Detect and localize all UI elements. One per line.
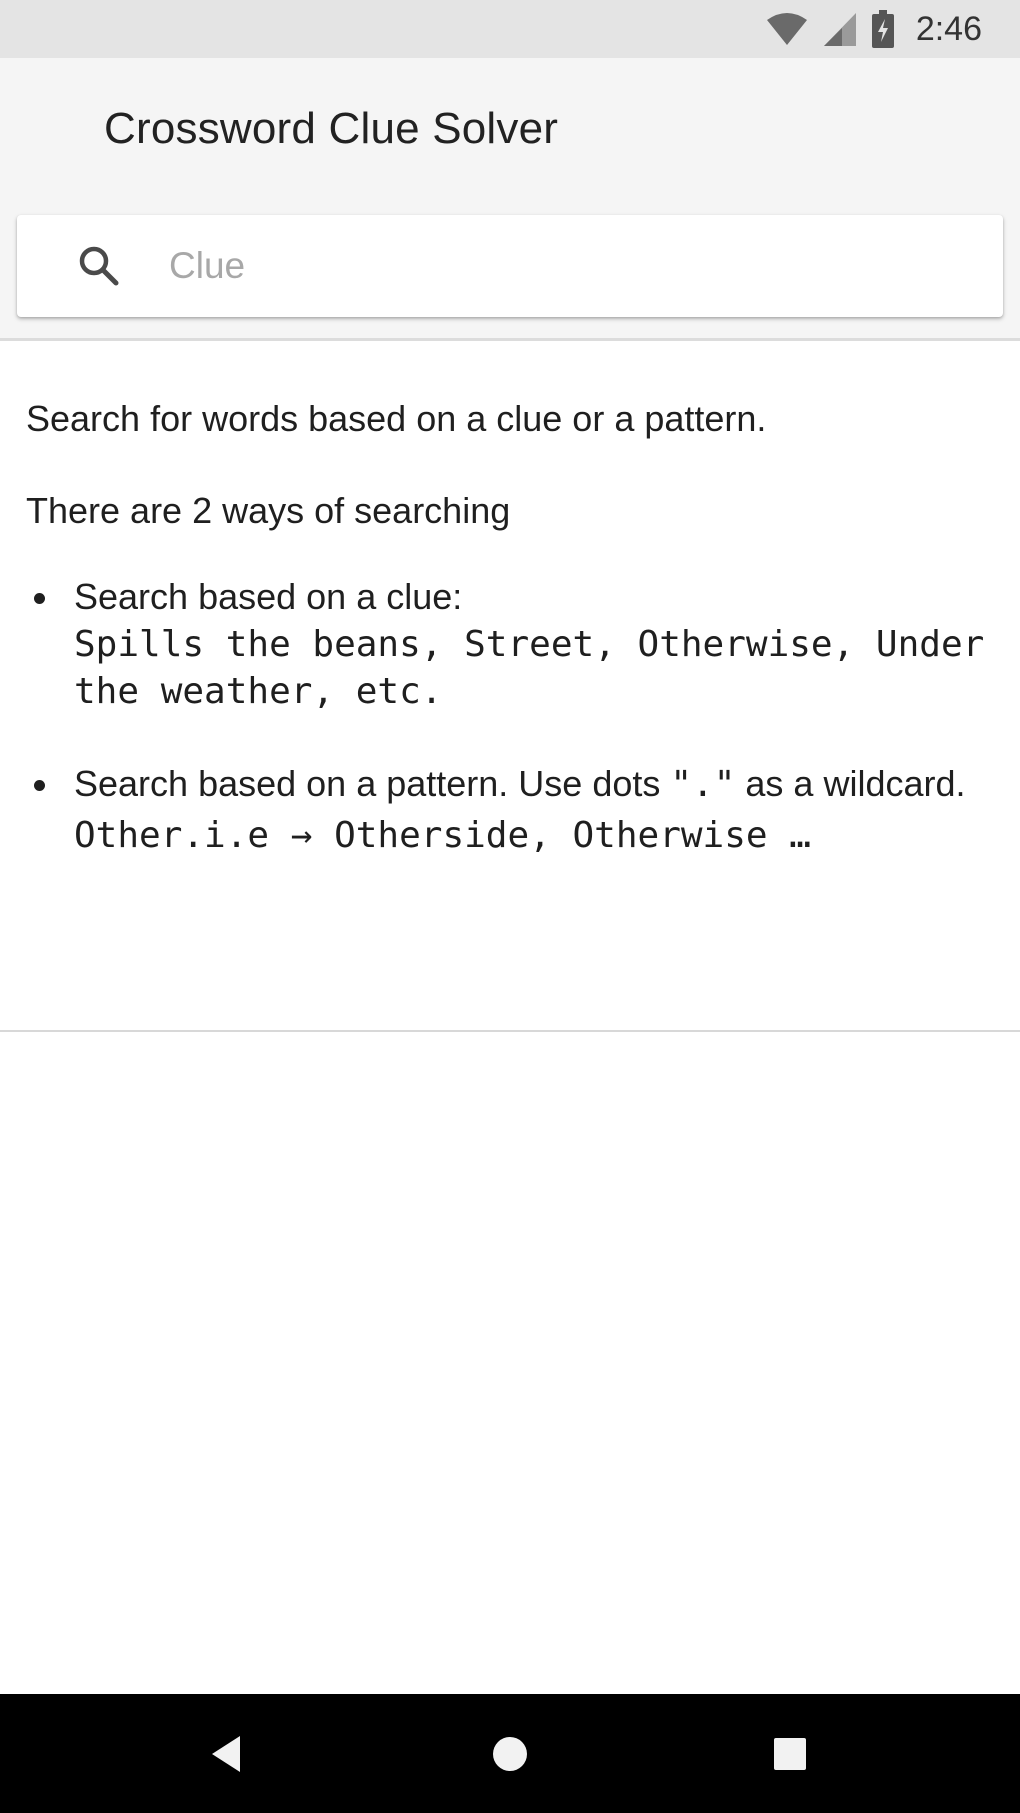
wifi-icon xyxy=(766,12,808,46)
navigation-bar xyxy=(0,1694,1020,1813)
list-item-clue-search: Search based on a clue: Spills the beans… xyxy=(26,573,986,715)
clue-search-input[interactable] xyxy=(169,233,969,299)
bullet-dot xyxy=(34,593,45,604)
app-bar-divider xyxy=(0,338,1020,341)
search-icon[interactable] xyxy=(77,244,121,288)
clue-search-label: Search based on a clue: xyxy=(74,576,463,617)
battery-charging-icon xyxy=(871,10,894,48)
bullet-dot xyxy=(34,780,45,791)
back-icon[interactable] xyxy=(204,1730,252,1778)
help-intro: Search for words based on a clue or a pa… xyxy=(26,398,767,439)
status-bar: 2:46 xyxy=(0,0,1020,58)
cellular-signal-icon xyxy=(822,11,858,47)
help-ways-heading: There are 2 ways of searching xyxy=(26,490,511,531)
pattern-example: Other.i.e → Otherside, Otherwise … xyxy=(74,815,811,856)
home-icon[interactable] xyxy=(486,1730,534,1778)
pattern-search-label-end: as a wildcard. xyxy=(735,763,966,804)
app-title: Crossword Clue Solver xyxy=(104,104,559,153)
app-bar: Crossword Clue Solver xyxy=(0,58,1020,338)
recents-icon[interactable] xyxy=(766,1730,814,1778)
list-item-pattern-search: Search based on a pattern. Use dots "." … xyxy=(26,760,986,859)
help-content: Search for words based on a clue or a pa… xyxy=(26,395,986,859)
pattern-search-label-start: Search based on a pattern. Use dots xyxy=(74,763,671,804)
status-time: 2:46 xyxy=(915,9,982,48)
search-methods-list: Search based on a clue: Spills the beans… xyxy=(26,573,986,859)
search-bar[interactable] xyxy=(17,215,1003,317)
status-icons: 2:46 xyxy=(766,0,982,58)
wildcard-dot: "." xyxy=(670,764,736,805)
content-divider xyxy=(0,1030,1020,1032)
screen: 2:46 Crossword Clue Solver Search for wo… xyxy=(0,0,1020,1813)
clue-examples: Spills the beans, Street, Otherwise, Und… xyxy=(74,624,1006,712)
